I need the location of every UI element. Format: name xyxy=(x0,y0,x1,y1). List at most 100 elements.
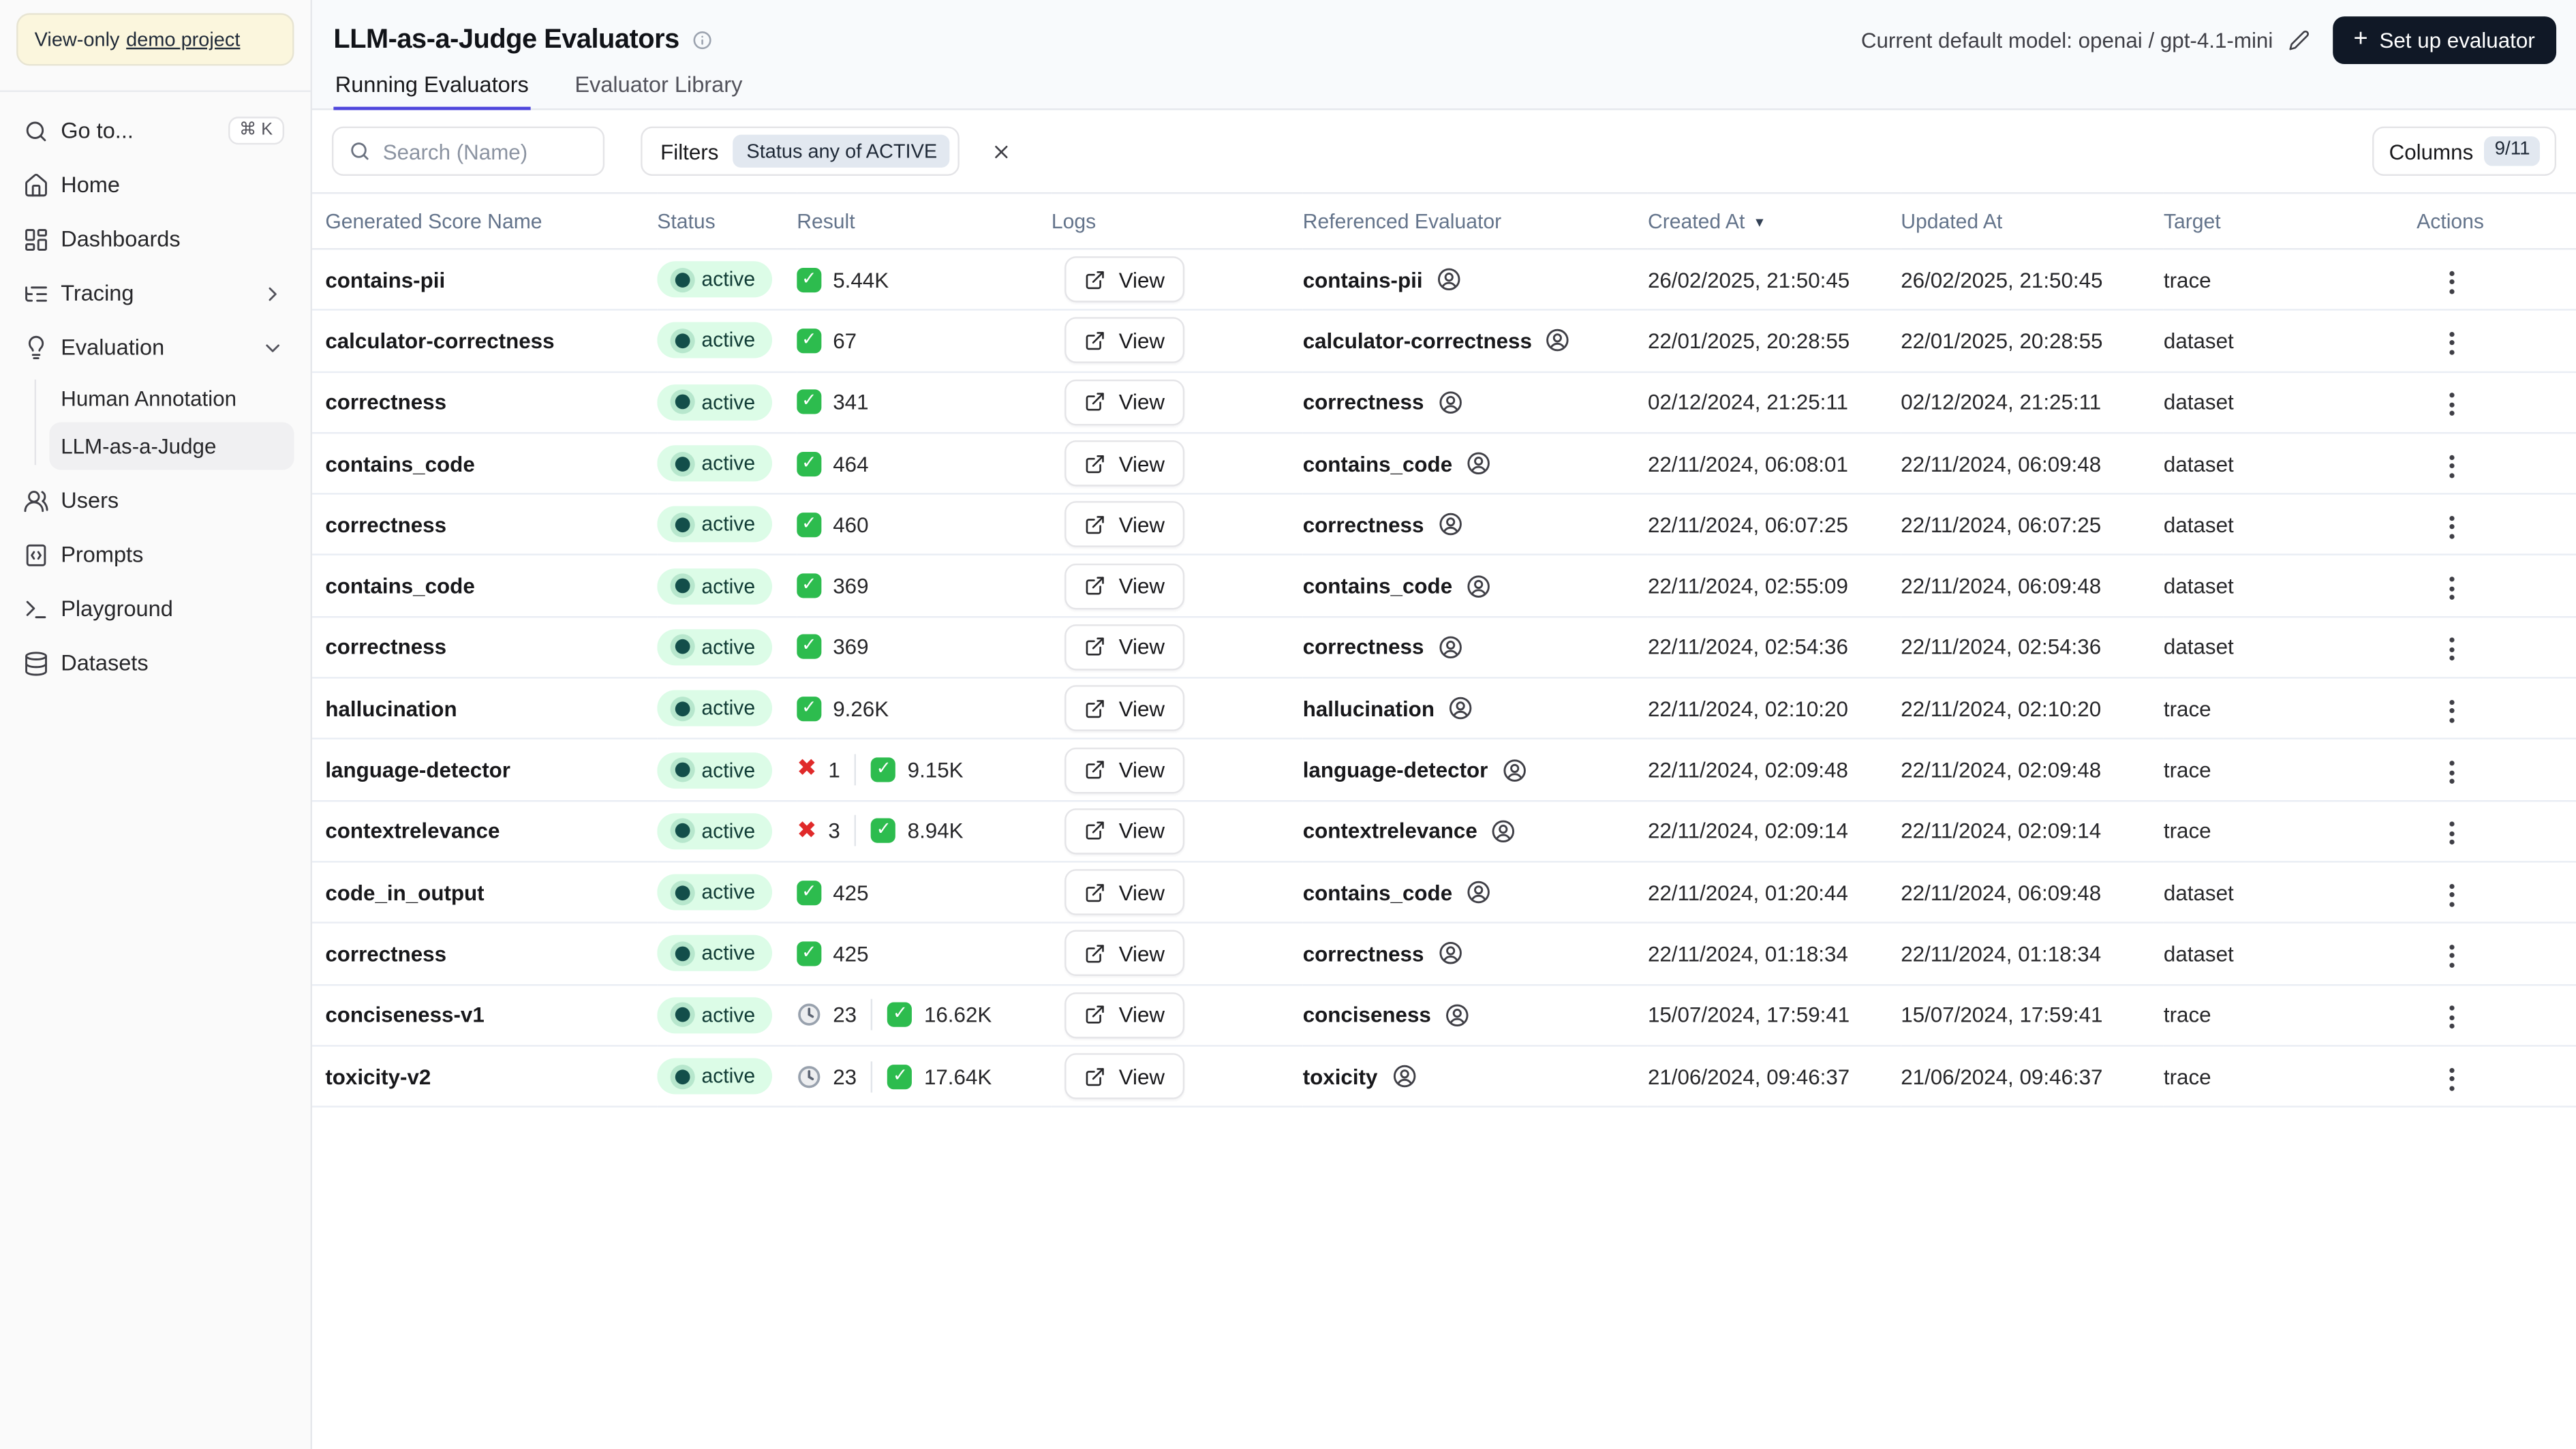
row-actions-button[interactable] xyxy=(2429,690,2472,733)
result-count: 67 xyxy=(833,328,857,354)
sidebar-item-tracing[interactable]: Tracing xyxy=(16,266,294,321)
cell-actions xyxy=(2417,1046,2576,1107)
external-link-icon xyxy=(1084,330,1105,351)
row-actions-button[interactable] xyxy=(2429,874,2472,917)
row-actions-button[interactable] xyxy=(2429,628,2472,671)
tab-evaluator-library[interactable]: Evaluator Library xyxy=(573,69,744,110)
table-row[interactable]: conciseness-v1 active 23 ✓ 16.62K View concise… xyxy=(312,984,2576,1046)
table-row[interactable]: hallucination active ✓ 9.26K View hallucinati… xyxy=(312,678,2576,739)
view-logs-button[interactable]: View xyxy=(1064,685,1185,732)
cell-actions xyxy=(2417,494,2576,555)
view-logs-button[interactable]: View xyxy=(1064,440,1185,487)
column-header-updated-at[interactable]: Updated At xyxy=(1901,193,2164,249)
cell-score-name: correctness xyxy=(312,923,657,984)
table-row[interactable]: correctness active ✓ 460 View correctness 22/1… xyxy=(312,494,2576,555)
view-logs-button[interactable]: View xyxy=(1064,562,1185,609)
table-row[interactable]: correctness active ✓ 425 View correctness 22/1… xyxy=(312,923,2576,985)
view-logs-button[interactable]: View xyxy=(1064,379,1185,425)
sidebar-item-go-to[interactable]: Go to... ⌘ K xyxy=(16,104,294,158)
columns-button[interactable]: Columns 9/11 xyxy=(2372,126,2557,176)
created-value: 22/11/2024, 06:08:01 xyxy=(1647,451,1848,476)
table-row[interactable]: toxicity-v2 active 23 ✓ 17.64K View toxicity 21… xyxy=(312,1046,2576,1107)
column-header-logs[interactable]: Logs xyxy=(1052,193,1303,249)
target-value: trace xyxy=(2163,819,2211,844)
sidebar-item-playground[interactable]: Playground xyxy=(16,581,294,636)
view-logs-button[interactable]: View xyxy=(1064,869,1185,916)
view-logs-button[interactable]: View xyxy=(1064,256,1185,303)
row-actions-button[interactable] xyxy=(2429,996,2472,1039)
table-row[interactable]: contains-pii active ✓ 5.44K View contains-pii… xyxy=(312,249,2576,311)
table-row[interactable]: contains_code active ✓ 369 View contains_code… xyxy=(312,555,2576,617)
table-row[interactable]: correctness active ✓ 341 View correctness 02/1… xyxy=(312,371,2576,433)
cell-referenced-evaluator: contains-pii xyxy=(1303,249,1648,310)
cell-created: 22/11/2024, 06:07:25 xyxy=(1648,494,1901,555)
view-logs-button[interactable]: View xyxy=(1064,992,1185,1038)
active-status-dot xyxy=(675,395,690,410)
cell-actions xyxy=(2417,433,2576,494)
result-count: 16.62K xyxy=(923,1003,992,1028)
column-header-referenced-evaluator[interactable]: Referenced Evaluator xyxy=(1303,193,1648,249)
sidebar-item-users[interactable]: Users xyxy=(16,473,294,528)
sidebar-item-llm-as-a-judge[interactable]: LLM-as-a-Judge xyxy=(49,422,294,470)
view-logs-button[interactable]: View xyxy=(1064,318,1185,364)
row-actions-button[interactable] xyxy=(2429,567,2472,610)
updated-value: 26/02/2025, 21:50:45 xyxy=(1901,267,2103,292)
column-header-generated-score-name[interactable]: Generated Score Name xyxy=(312,193,657,249)
table-row[interactable]: contextrelevance active ✖ 3 ✓ 8.94K View contex… xyxy=(312,800,2576,862)
setup-evaluator-button[interactable]: + Set up evaluator xyxy=(2332,15,2557,63)
row-actions-button[interactable] xyxy=(2429,812,2472,855)
lightbulb-icon xyxy=(23,335,50,361)
table-body: contains-pii active ✓ 5.44K View contains-pii… xyxy=(312,249,2576,1107)
row-actions-button[interactable] xyxy=(2429,383,2472,426)
updated-value: 22/11/2024, 02:09:14 xyxy=(1901,819,2102,844)
column-header-status[interactable]: Status xyxy=(657,193,797,249)
column-header-target[interactable]: Target xyxy=(2164,193,2417,249)
search-input[interactable] xyxy=(382,138,589,164)
view-logs-button[interactable]: View xyxy=(1064,1053,1185,1099)
edit-model-icon[interactable] xyxy=(2288,29,2309,50)
clear-filters-button[interactable] xyxy=(981,132,1021,171)
cell-referenced-evaluator: contains_code xyxy=(1303,433,1648,494)
row-actions-button[interactable] xyxy=(2429,934,2472,977)
view-logs-button[interactable]: View xyxy=(1064,746,1185,793)
table-row[interactable]: code_in_output active ✓ 425 View contains_cod… xyxy=(312,861,2576,924)
column-header-created-at[interactable]: Created At ▼ xyxy=(1648,193,1901,249)
sidebar-item-prompts[interactable]: Prompts xyxy=(16,528,294,582)
row-actions-button[interactable] xyxy=(2429,322,2472,365)
view-logs-button[interactable]: View xyxy=(1064,808,1185,855)
view-logs-button[interactable]: View xyxy=(1064,502,1185,548)
kebab-menu-icon xyxy=(2449,1067,2454,1090)
updated-value: 22/11/2024, 02:54:36 xyxy=(1901,635,2102,660)
sidebar-item-datasets[interactable]: Datasets xyxy=(16,636,294,690)
column-header-actions[interactable]: Actions xyxy=(2417,193,2576,249)
view-logs-label: View xyxy=(1118,573,1165,598)
sidebar-item-human-annotation[interactable]: Human Annotation xyxy=(49,375,294,423)
table-row[interactable]: calculator-correctness active ✓ 67 View calcu… xyxy=(312,310,2576,372)
row-actions-button[interactable] xyxy=(2429,751,2472,794)
table-row[interactable]: contains_code active ✓ 464 View contains_code… xyxy=(312,433,2576,494)
trace-tree-icon xyxy=(23,280,50,307)
cell-created: 02/12/2024, 21:25:11 xyxy=(1648,371,1901,433)
view-logs-button[interactable]: View xyxy=(1064,930,1185,977)
row-actions-button[interactable] xyxy=(2429,1057,2472,1100)
sidebar-item-home[interactable]: Home xyxy=(16,157,294,212)
row-actions-button[interactable] xyxy=(2429,506,2472,549)
result-counts: ✓ 369 xyxy=(797,635,1052,660)
row-actions-button[interactable] xyxy=(2429,444,2472,487)
sidebar-item-evaluation[interactable]: Evaluation xyxy=(16,320,294,375)
result-divider xyxy=(871,1061,874,1092)
row-actions-button[interactable] xyxy=(2429,260,2472,303)
table-row[interactable]: language-detector active ✖ 1 ✓ 9.15K View langu… xyxy=(312,739,2576,801)
column-header-result[interactable]: Result xyxy=(797,193,1052,249)
tab-running-evaluators[interactable]: Running Evaluators xyxy=(333,69,531,110)
view-only-banner: View-only demo project xyxy=(16,13,294,66)
table-row[interactable]: correctness active ✓ 369 View correctness 22/1… xyxy=(312,617,2576,678)
info-icon[interactable] xyxy=(692,29,714,50)
demo-project-link[interactable]: demo project xyxy=(126,28,240,51)
cell-referenced-evaluator: correctness xyxy=(1303,494,1648,555)
cell-actions xyxy=(2417,923,2576,984)
view-logs-button[interactable]: View xyxy=(1064,624,1185,671)
status-label: active xyxy=(701,1065,756,1088)
filters-button[interactable]: Filters Status any of ACTIVE xyxy=(641,126,960,176)
sidebar-item-dashboards[interactable]: Dashboards xyxy=(16,212,294,266)
